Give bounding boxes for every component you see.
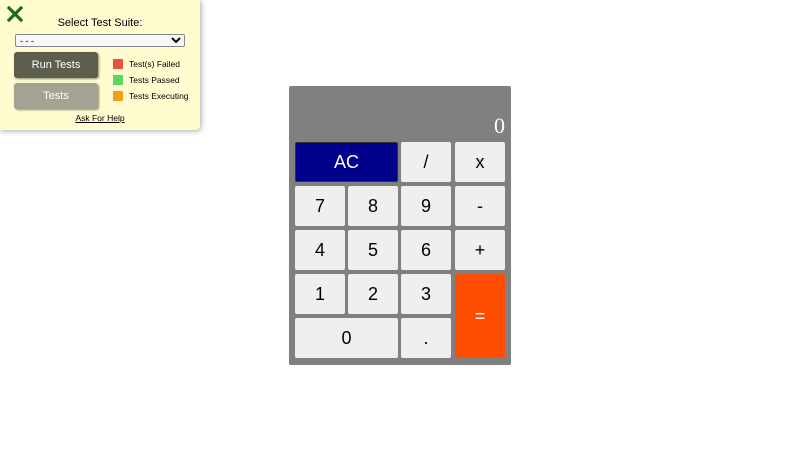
run-tests-button[interactable]: Run Tests: [14, 52, 98, 78]
legend-item-passed: Tests Passed: [113, 72, 189, 88]
calculator-display: 0: [494, 113, 505, 138]
nine-button[interactable]: 9: [401, 186, 451, 226]
four-button[interactable]: 4: [295, 230, 345, 270]
divide-button[interactable]: /: [401, 142, 451, 182]
legend-item-executing: Tests Executing: [113, 88, 189, 104]
failed-swatch: [113, 59, 123, 69]
equals-button[interactable]: =: [455, 274, 505, 358]
legend-label-passed: Tests Passed: [129, 75, 180, 85]
six-button[interactable]: 6: [401, 230, 451, 270]
five-button[interactable]: 5: [348, 230, 398, 270]
subtract-button[interactable]: -: [455, 186, 505, 226]
one-button[interactable]: 1: [295, 274, 345, 314]
zero-button[interactable]: 0: [295, 318, 398, 358]
eight-button[interactable]: 8: [348, 186, 398, 226]
add-button[interactable]: +: [455, 230, 505, 270]
two-button[interactable]: 2: [348, 274, 398, 314]
three-button[interactable]: 3: [401, 274, 451, 314]
test-panel: Select Test Suite: - - - Run Tests Tests…: [0, 0, 200, 130]
multiply-button[interactable]: x: [455, 142, 505, 182]
tests-button[interactable]: Tests: [14, 83, 98, 109]
legend-item-failed: Test(s) Failed: [113, 56, 189, 72]
test-suite-select[interactable]: - - -: [15, 34, 185, 47]
seven-button[interactable]: 7: [295, 186, 345, 226]
passed-swatch: [113, 75, 123, 85]
legend-label-executing: Tests Executing: [129, 91, 189, 101]
decimal-button[interactable]: .: [401, 318, 451, 358]
calculator: 0 AC / x 7 8 9 - 4 5 6 + 1 2 3 = 0 .: [289, 86, 511, 365]
ask-for-help-link[interactable]: Ask For Help: [0, 113, 200, 123]
legend-label-failed: Test(s) Failed: [129, 59, 181, 69]
select-test-suite-label: Select Test Suite:: [57, 17, 143, 29]
test-status-legend: Test(s) Failed Tests Passed Tests Execut…: [113, 56, 189, 104]
executing-swatch: [113, 91, 123, 101]
ac-button[interactable]: AC: [295, 142, 398, 182]
